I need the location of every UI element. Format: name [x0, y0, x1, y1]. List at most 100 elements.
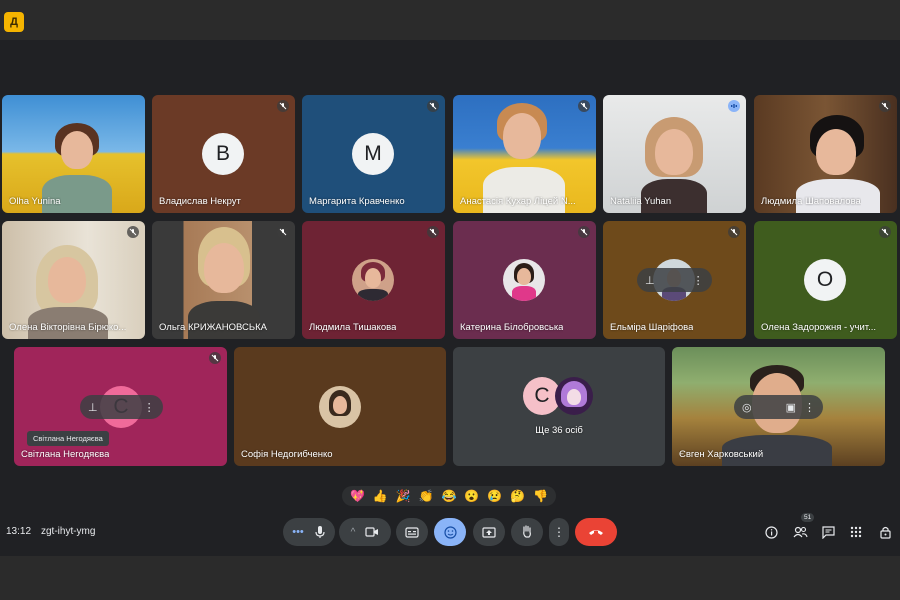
mic-off-icon — [578, 100, 590, 112]
pin-icon[interactable]: ⊥ — [645, 274, 655, 287]
reactions-button[interactable] — [434, 518, 466, 546]
chevron-up-icon[interactable]: ^ — [351, 527, 356, 538]
mic-off-icon — [427, 100, 439, 112]
others-count: Ще 36 осіб — [535, 425, 583, 436]
participant-tile[interactable]: ⊥ ⋮ Ельміра Шаріфова — [603, 221, 746, 339]
raise-hand-button[interactable] — [511, 518, 543, 546]
participant-face — [365, 268, 381, 288]
present-screen-icon — [482, 526, 496, 538]
reaction-thumbs-up[interactable]: 👍 — [373, 490, 388, 502]
top-letterbox — [0, 0, 900, 40]
frame-icon[interactable]: ▣ — [786, 401, 796, 414]
participant-tile[interactable]: Ольга КРИЖАНОВСЬКА — [152, 221, 295, 339]
more-vert-icon: ⋮ — [553, 525, 565, 539]
participant-face — [61, 131, 93, 169]
captions-button[interactable] — [396, 518, 428, 546]
reaction-surprised[interactable]: 😮 — [464, 490, 479, 502]
participant-name: Олена Вікторівна Бірюко... — [9, 322, 127, 333]
reaction-laugh[interactable]: 😂 — [441, 490, 456, 502]
participant-tile[interactable]: ◎ ▣ ⋮ Євген Харковський — [672, 347, 885, 466]
meeting-time: 13:12 — [6, 526, 32, 537]
pin-icon[interactable]: ⊥ — [88, 401, 98, 414]
avatar — [555, 377, 593, 415]
more-vert-icon[interactable]: ⋮ — [804, 401, 815, 414]
mic-off-icon — [277, 100, 289, 112]
meeting-info-button[interactable] — [763, 524, 779, 540]
mic-off-icon — [879, 226, 891, 238]
mic-off-icon — [209, 352, 221, 364]
people-icon — [793, 526, 808, 538]
tile-hover-controls: ⊥ ⋮ — [80, 395, 163, 419]
participant-body — [358, 289, 388, 301]
lock-person-icon — [879, 526, 891, 539]
reaction-clap[interactable]: 👏 — [419, 490, 434, 502]
participant-name: Владислав Некрут — [159, 196, 241, 207]
reaction-sad[interactable]: 😢 — [487, 490, 502, 502]
others-tile[interactable]: С Ще 36 осіб — [453, 347, 665, 466]
participant-tile[interactable]: Olha Yunina — [2, 95, 145, 213]
participant-face — [333, 396, 347, 414]
mic-off-icon — [427, 226, 439, 238]
microphone-icon[interactable] — [314, 525, 326, 539]
mic-off-icon — [578, 226, 590, 238]
participant-tile[interactable]: Софія Недогибченко — [234, 347, 446, 466]
participant-body — [42, 175, 112, 213]
participant-name: Ельміра Шаріфова — [610, 322, 694, 333]
mic-off-icon — [879, 100, 891, 112]
participant-name: Світлана Негодяєва — [21, 449, 110, 460]
pin-icon[interactable]: ◎ — [742, 401, 752, 414]
host-controls-button[interactable] — [877, 524, 893, 540]
participant-tile[interactable]: Анастасія Кухар Ліцей N... — [453, 95, 596, 213]
mic-off-icon — [127, 226, 139, 238]
mic-control[interactable]: ••• — [283, 518, 335, 546]
participant-tile[interactable]: О Олена Задорожня - учит... — [754, 221, 897, 339]
mic-off-icon — [277, 226, 289, 238]
more-horiz-icon[interactable]: ••• — [292, 526, 304, 538]
avatar: В — [202, 133, 244, 175]
avatar — [503, 259, 545, 301]
participant-tile[interactable]: В Владислав Некрут — [152, 95, 295, 213]
participant-face — [655, 129, 693, 175]
avatar — [319, 386, 361, 428]
avatar: М — [352, 133, 394, 175]
participant-name: Olha Yunina — [9, 196, 61, 207]
app-logo-icon[interactable]: Д — [4, 12, 24, 32]
more-options-button[interactable]: ⋮ — [549, 518, 569, 546]
people-button[interactable] — [792, 524, 808, 540]
reaction-thumbs-down[interactable]: 👎 — [533, 490, 548, 502]
participant-tile[interactable]: Людмила Тишакова — [302, 221, 445, 339]
people-count-badge: 51 — [801, 513, 815, 522]
reaction-heart[interactable]: 💖 — [350, 490, 365, 502]
participant-face — [503, 113, 541, 159]
participant-name: Анастасія Кухар Ліцей N... — [460, 196, 576, 207]
participant-tile[interactable]: Nataliia Yuhan — [603, 95, 746, 213]
present-button[interactable] — [473, 518, 505, 546]
avatar — [352, 259, 394, 301]
grid-apps-icon — [850, 526, 862, 538]
participant-tile[interactable]: М Маргарита Кравченко — [302, 95, 445, 213]
end-call-button[interactable] — [575, 518, 617, 546]
participant-face — [517, 268, 531, 285]
participant-name: Олена Задорожня - учит... — [761, 322, 876, 333]
emoji-icon — [443, 525, 457, 539]
more-vert-icon[interactable]: ⋮ — [693, 274, 704, 287]
reaction-thinking[interactable]: 🤔 — [510, 490, 525, 502]
participant-face — [816, 129, 856, 175]
speaking-indicator-icon — [728, 100, 740, 112]
meeting-code: zgt-ihyt-ymg — [41, 526, 96, 537]
participant-tile[interactable]: Людмила Шаповалова — [754, 95, 897, 213]
reaction-party[interactable]: 🎉 — [396, 490, 411, 502]
camera-icon[interactable] — [365, 527, 379, 537]
participant-name: Ольга КРИЖАНОВСЬКА — [159, 322, 267, 333]
participant-name: Людмила Шаповалова — [761, 196, 861, 207]
activities-button[interactable] — [848, 524, 864, 540]
chat-button[interactable] — [820, 524, 836, 540]
participant-face — [204, 243, 244, 293]
camera-control[interactable]: ^ — [339, 518, 391, 546]
participant-tile[interactable]: С ⊥ ⋮ Світлана Негодяєва — [14, 347, 227, 466]
more-vert-icon[interactable]: ⋮ — [144, 401, 155, 414]
chat-icon — [821, 525, 835, 539]
participant-tile[interactable]: Олена Вікторівна Бірюко... — [2, 221, 145, 339]
participant-name: Євген Харковський — [679, 449, 764, 460]
participant-tile[interactable]: Катерина Білобровська — [453, 221, 596, 339]
